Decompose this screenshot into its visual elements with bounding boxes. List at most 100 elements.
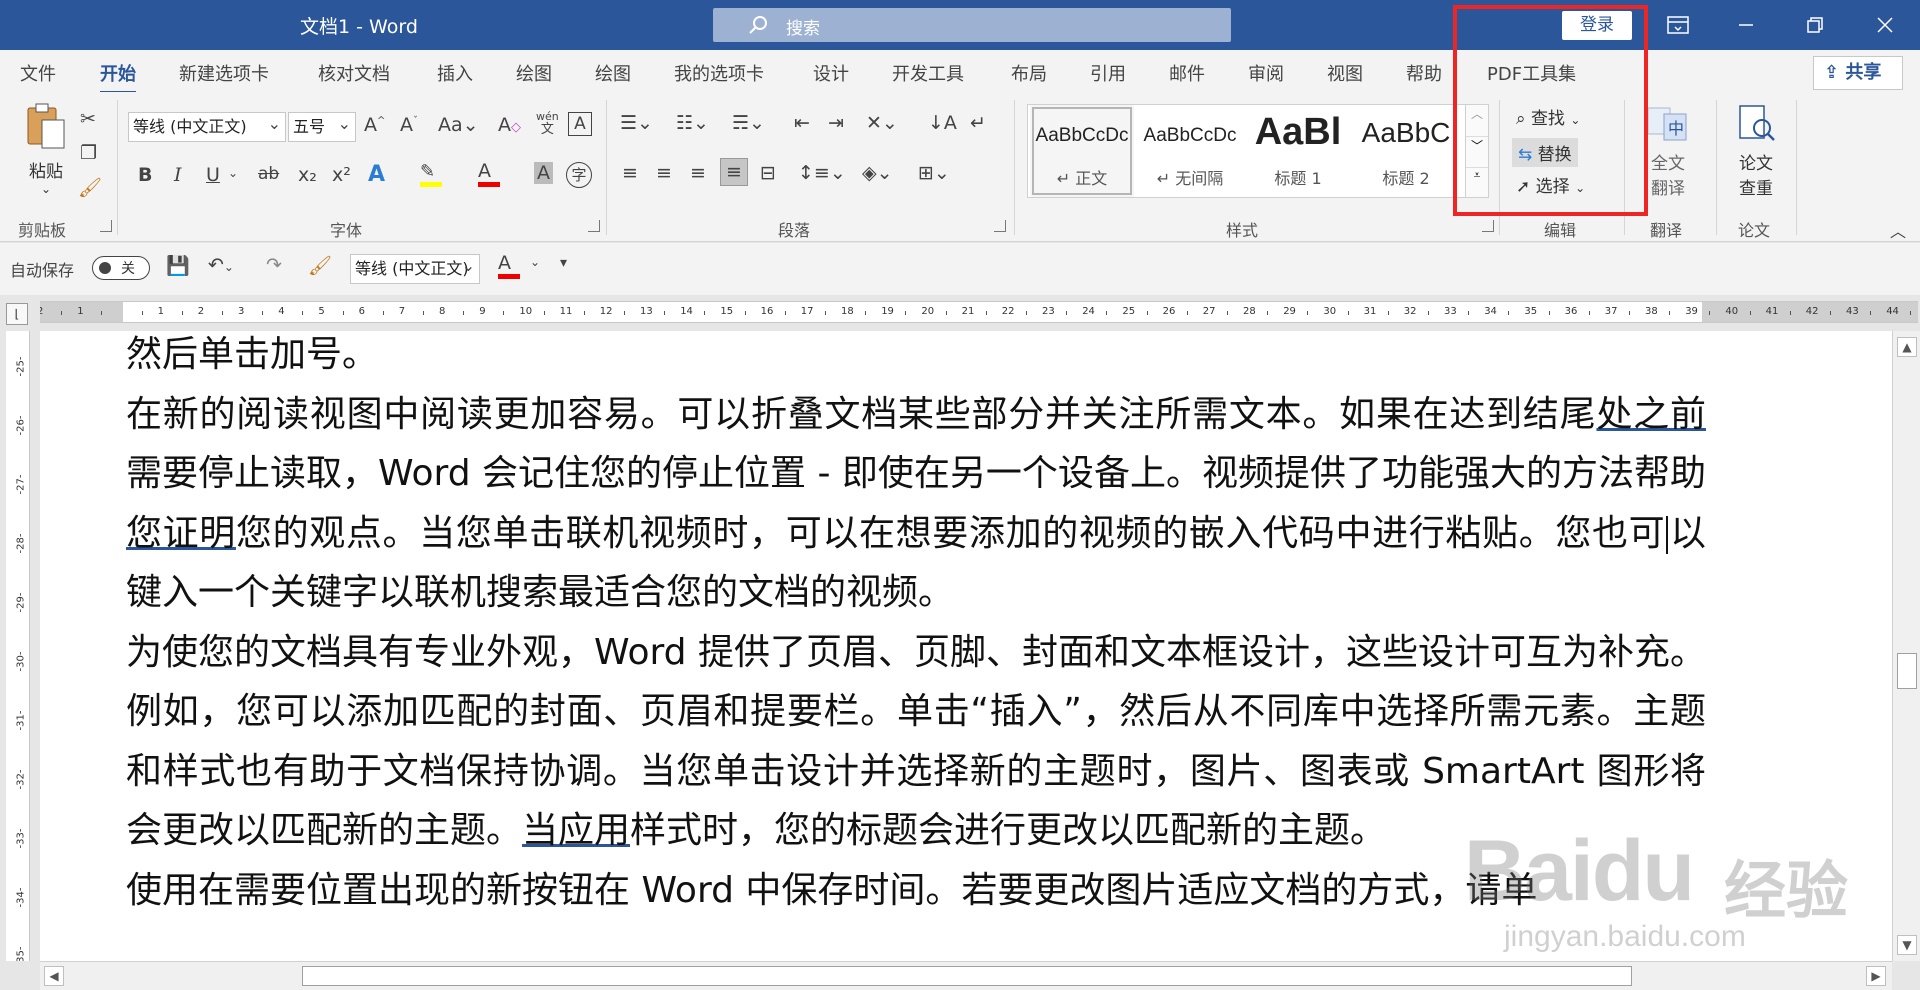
underline-dropdown-icon[interactable]: ⌄ xyxy=(228,166,238,180)
paragraph-launcher-icon[interactable] xyxy=(994,220,1006,232)
tab-my-tab[interactable]: 我的选项卡 xyxy=(674,60,764,86)
increase-indent-icon[interactable]: ⇥ xyxy=(828,112,844,134)
style-normal[interactable]: AaBbCcDc ↵ 正文 xyxy=(1030,105,1134,197)
vertical-scroll-thumb[interactable] xyxy=(1897,653,1917,689)
align-right-icon[interactable]: ≡ xyxy=(690,162,706,184)
enclose-characters-icon[interactable]: 字 xyxy=(566,162,592,188)
font-color-icon[interactable]: A xyxy=(478,160,500,187)
tab-references[interactable]: 引用 xyxy=(1090,60,1126,86)
numbering-icon[interactable]: ☷⌄ xyxy=(676,112,709,134)
autosave-toggle[interactable]: 关 xyxy=(92,256,150,280)
tab-view[interactable]: 视图 xyxy=(1327,60,1363,86)
line-spacing-icon[interactable]: ↕≡⌄ xyxy=(798,162,846,184)
tab-draw-2[interactable]: 绘图 xyxy=(595,60,631,86)
collapse-ribbon-icon[interactable]: ︿ xyxy=(1890,218,1906,242)
bullets-icon[interactable]: ☰⌄ xyxy=(620,112,653,134)
tab-mailings[interactable]: 邮件 xyxy=(1169,60,1205,86)
phonetic-guide-icon[interactable]: wén 文 xyxy=(536,110,559,136)
text-line-top[interactable]: 然后单击加号。 xyxy=(126,331,1706,385)
document-body[interactable]: 然后单击加号。 在新的阅读视图中阅读更加容易。可以折叠文档某些部分并关注所需文本… xyxy=(126,331,1706,920)
align-center-icon[interactable]: ≡ xyxy=(656,162,672,184)
qat-font-dropdown[interactable]: 等线 (中文正文) xyxy=(350,254,480,284)
ruler-strip[interactable]: 2112345678910111213141516171819202122232… xyxy=(40,301,1918,323)
tab-insert[interactable]: 插入 xyxy=(437,60,473,86)
paragraph-1[interactable]: 在新的阅读视图中阅读更加容易。可以折叠文档某些部分并关注所需文本。如果在达到结尾… xyxy=(126,385,1706,623)
paste-dropdown-icon[interactable]: ⌄ xyxy=(16,182,76,196)
scroll-right-icon[interactable]: ▶ xyxy=(1866,966,1886,986)
tab-file[interactable]: 文件 xyxy=(20,60,56,86)
restore-icon[interactable] xyxy=(1785,0,1845,50)
tab-selector-icon[interactable]: ⌊ xyxy=(6,303,28,325)
show-formatting-icon[interactable]: ↵ xyxy=(970,112,986,134)
tab-new-tab[interactable]: 新建选项卡 xyxy=(179,60,269,86)
superscript-button[interactable]: x² xyxy=(332,164,351,186)
format-painter-qat-icon[interactable]: 🖌 xyxy=(308,254,332,277)
style-heading-2[interactable]: AaBbC 标题 2 xyxy=(1354,105,1458,197)
character-border-icon[interactable]: A xyxy=(568,112,592,136)
tab-draw-1[interactable]: 绘图 xyxy=(516,60,552,86)
distributed-icon[interactable]: ⊟ xyxy=(760,162,776,184)
vertical-scrollbar[interactable]: ▲ ▼ xyxy=(1892,331,1920,961)
underline-button[interactable]: U xyxy=(206,164,220,186)
borders-icon[interactable]: ⊞⌄ xyxy=(918,162,950,184)
paragraph-3[interactable]: 使用在需要位置出现的新按钮在 Word 中保存时间。若要更改图片适应文档的方式，… xyxy=(126,861,1706,921)
ribbon-display-icon[interactable] xyxy=(1648,0,1708,50)
tab-review[interactable]: 审阅 xyxy=(1248,60,1284,86)
multilevel-list-icon[interactable]: ☴⌄ xyxy=(732,112,765,134)
horizontal-scrollbar[interactable]: ◀ ▶ xyxy=(40,961,1892,990)
tab-check-document[interactable]: 核对文档 xyxy=(318,60,390,86)
font-launcher-icon[interactable] xyxy=(588,220,600,232)
text-effects-icon[interactable]: A xyxy=(368,162,385,187)
underlined-phrase[interactable]: 您证明 xyxy=(126,513,236,554)
subscript-button[interactable]: x₂ xyxy=(298,164,317,186)
scroll-up-icon[interactable]: ▲ xyxy=(1897,337,1917,357)
qat-font-color-icon[interactable]: A xyxy=(498,252,520,279)
paste-button[interactable]: 粘贴 ⌄ xyxy=(16,102,76,196)
qat-font-color-dropdown-icon[interactable]: ⌄ xyxy=(530,255,540,269)
bold-button[interactable]: B xyxy=(138,164,152,186)
redo-icon[interactable]: ↷ xyxy=(266,254,282,276)
underlined-phrase[interactable]: 当应用 xyxy=(522,810,630,851)
undo-icon[interactable]: ↶⌄ xyxy=(208,254,234,276)
minimize-icon[interactable] xyxy=(1716,0,1776,50)
change-case-icon[interactable]: Aa⌄ xyxy=(438,114,479,136)
highlight-color-icon[interactable]: ✎ xyxy=(420,160,442,187)
sort-icon[interactable]: ↓A xyxy=(928,112,957,134)
format-painter-icon[interactable]: 🖌 xyxy=(78,176,102,199)
scroll-down-icon[interactable]: ▼ xyxy=(1897,935,1917,955)
tab-design[interactable]: 设计 xyxy=(813,60,849,86)
tab-help[interactable]: 帮助 xyxy=(1406,60,1442,86)
close-icon[interactable] xyxy=(1855,0,1915,50)
horizontal-scroll-thumb[interactable] xyxy=(302,966,1632,986)
save-icon[interactable]: 💾 xyxy=(166,254,190,277)
search-box[interactable]: 搜索 xyxy=(713,8,1231,42)
style-heading-1[interactable]: AaBl 标题 1 xyxy=(1246,105,1350,197)
strikethrough-button[interactable]: ab xyxy=(258,164,279,184)
font-name-dropdown[interactable]: 等线 (中文正文) xyxy=(128,112,286,142)
document-page[interactable]: 然后单击加号。 在新的阅读视图中阅读更加容易。可以折叠文档某些部分并关注所需文本… xyxy=(40,331,1892,961)
style-no-spacing[interactable]: AaBbCcDc ↵ 无间隔 xyxy=(1138,105,1242,197)
tab-layout[interactable]: 布局 xyxy=(1011,60,1047,86)
underlined-phrase[interactable]: 处之前 xyxy=(1596,394,1706,435)
copy-icon[interactable]: ❐ xyxy=(80,142,97,164)
customize-qat-icon[interactable]: ▾ xyxy=(560,255,567,271)
align-left-icon[interactable]: ≡ xyxy=(622,162,638,184)
chinese-layout-icon[interactable]: ✕⌄ xyxy=(866,112,898,134)
styles-launcher-icon[interactable] xyxy=(1482,220,1494,232)
cut-icon[interactable]: ✂ xyxy=(80,108,96,130)
grow-font-icon[interactable]: A^ xyxy=(364,114,385,136)
font-size-dropdown[interactable]: 五号 xyxy=(288,112,356,142)
clear-formatting-icon[interactable]: A◇ xyxy=(498,114,521,136)
italic-button[interactable]: I xyxy=(174,164,182,186)
justify-icon[interactable]: ≡ xyxy=(720,158,748,186)
decrease-indent-icon[interactable]: ⇤ xyxy=(794,112,810,134)
tab-home[interactable]: 开始 xyxy=(100,60,136,94)
paragraph-2[interactable]: 为使您的文档具有专业外观，Word 提供了页眉、页脚、封面和文本框设计，这些设计… xyxy=(126,623,1706,861)
shading-icon[interactable]: ◈⌄ xyxy=(862,162,893,184)
tab-developer[interactable]: 开发工具 xyxy=(892,60,964,86)
clipboard-launcher-icon[interactable] xyxy=(100,220,112,232)
shrink-font-icon[interactable]: Aˇ xyxy=(400,114,418,136)
scroll-left-icon[interactable]: ◀ xyxy=(44,966,64,986)
paper-check-button[interactable]: 论文 查重 xyxy=(1728,104,1784,199)
share-button[interactable]: ⇪ 共享 xyxy=(1813,56,1903,90)
